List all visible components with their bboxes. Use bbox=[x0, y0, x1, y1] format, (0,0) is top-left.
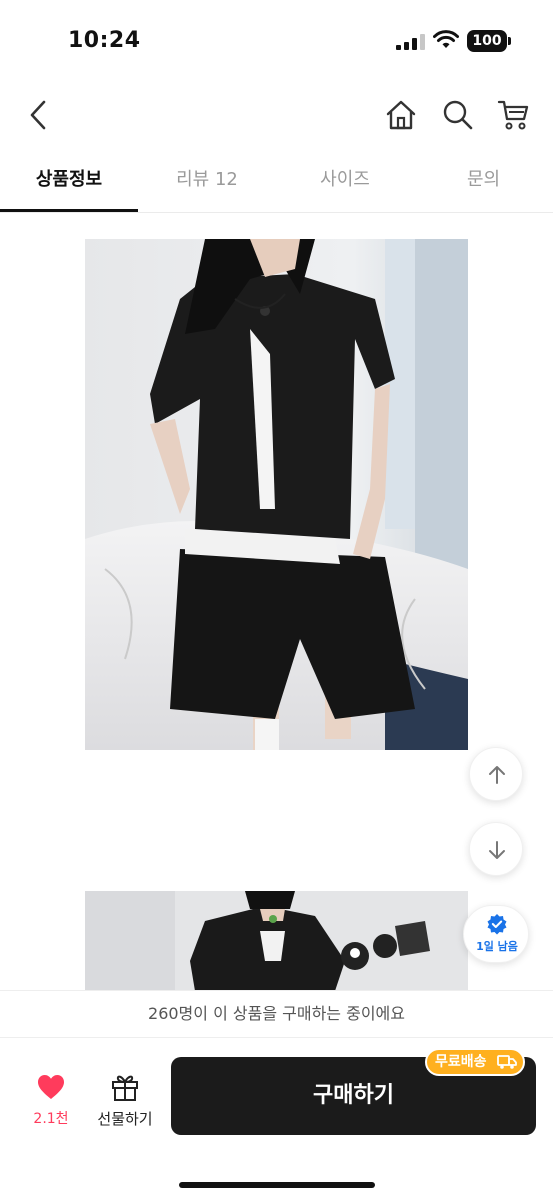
stock-remaining-badge[interactable]: 1일 남음 bbox=[463, 905, 529, 963]
status-time: 10:24 bbox=[68, 28, 141, 53]
bottom-action-bar: 2.1천 선물하기 구매하기 무료배송 bbox=[0, 1038, 553, 1200]
scroll-down-button[interactable] bbox=[469, 822, 523, 876]
top-nav-bar bbox=[0, 85, 553, 145]
wifi-icon bbox=[433, 30, 459, 48]
cart-icon[interactable] bbox=[496, 97, 532, 133]
arrow-down-icon bbox=[489, 841, 505, 859]
gift-button[interactable]: 선물하기 bbox=[90, 1070, 160, 1130]
free-shipping-badge: 무료배송 bbox=[425, 1048, 525, 1076]
buyers-notice: 260명이 이 상품을 구매하는 중이에요 bbox=[0, 990, 553, 1038]
arrow-up-icon bbox=[489, 766, 505, 784]
gift-label: 선물하기 bbox=[97, 1110, 153, 1128]
verified-badge-icon bbox=[487, 914, 507, 935]
heart-icon bbox=[38, 1075, 64, 1099]
free-shipping-label: 무료배송 bbox=[435, 1054, 487, 1070]
status-bar: 10:24 100 bbox=[0, 0, 553, 80]
active-tab-indicator bbox=[0, 209, 138, 212]
tab-product-info[interactable]: 상품정보 bbox=[0, 150, 138, 212]
product-photo bbox=[85, 239, 468, 750]
battery-indicator: 100 bbox=[467, 30, 507, 52]
gift-icon bbox=[112, 1075, 138, 1101]
like-count: 2.1천 bbox=[33, 1111, 69, 1127]
home-indicator bbox=[179, 1182, 375, 1188]
battery-tip bbox=[508, 37, 511, 45]
back-chevron-icon[interactable] bbox=[24, 97, 54, 133]
stock-remaining-label: 1일 남음 bbox=[476, 940, 518, 953]
like-button[interactable]: 2.1천 bbox=[22, 1070, 80, 1130]
model-photo-illustration bbox=[85, 239, 468, 750]
delivery-truck-icon bbox=[497, 1055, 517, 1069]
product-tabs: 상품정보 리뷰 12 사이즈 문의 bbox=[0, 150, 553, 213]
scroll-up-button[interactable] bbox=[469, 747, 523, 801]
tab-inquiry[interactable]: 문의 bbox=[414, 150, 553, 212]
home-icon[interactable] bbox=[383, 97, 419, 133]
tab-size[interactable]: 사이즈 bbox=[276, 150, 414, 212]
tab-reviews[interactable]: 리뷰 12 bbox=[138, 150, 276, 212]
model-photo-illustration-2 bbox=[85, 891, 468, 991]
product-photo-second bbox=[85, 891, 468, 991]
search-icon[interactable] bbox=[440, 97, 476, 133]
cellular-signal-icon bbox=[396, 34, 425, 50]
